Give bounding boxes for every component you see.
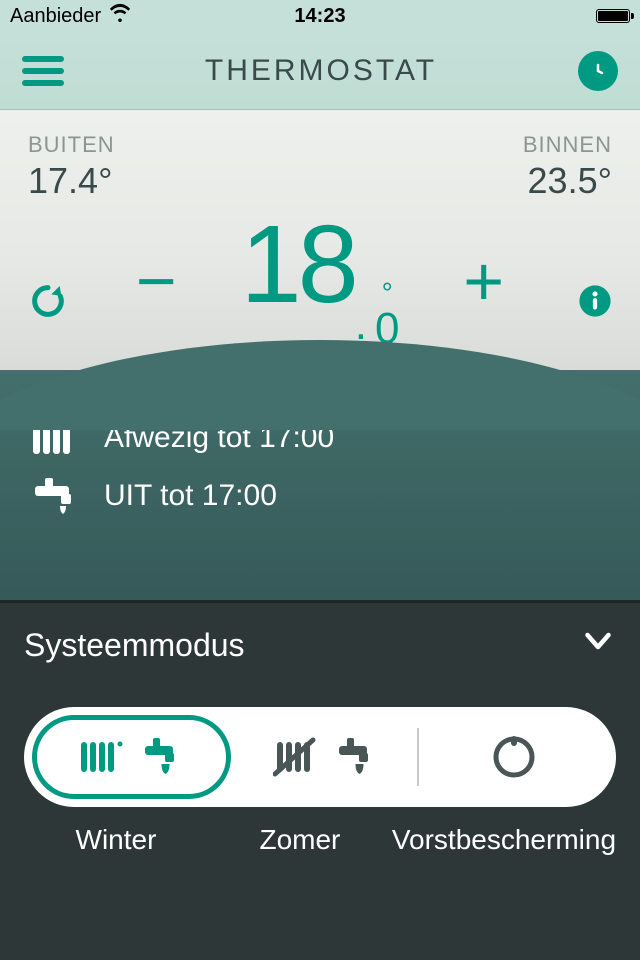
- wave-divider: [0, 330, 640, 430]
- water-status-row: UIT tot 17:00: [30, 476, 610, 516]
- system-mode-header[interactable]: Systeemmodus: [24, 623, 616, 667]
- app-header: THERMOSTAT: [0, 32, 640, 110]
- inside-value: 23.5°: [523, 160, 612, 202]
- temperature-panel: BUITEN 17.4° BINNEN 23.5° − 18 . ° 0 +: [0, 110, 640, 370]
- info-button[interactable]: [568, 279, 612, 323]
- mode-label-frost: Vorstbescherming: [392, 823, 616, 857]
- system-mode-panel: Systeemmodus: [0, 600, 640, 960]
- mode-option-frost[interactable]: [419, 715, 608, 799]
- mode-labels: Winter Zomer Vorstbescherming: [24, 823, 616, 857]
- page-title: THERMOSTAT: [205, 54, 437, 88]
- status-bar: Aanbieder 14:23: [0, 0, 640, 32]
- outside-value: 17.4°: [28, 160, 115, 202]
- refresh-button[interactable]: [28, 279, 72, 323]
- mode-selector: [24, 707, 616, 807]
- mode-label-winter: Winter: [24, 823, 208, 857]
- mode-label-summer: Zomer: [208, 823, 392, 857]
- chevron-down-icon: [580, 623, 616, 667]
- carrier-label: Aanbieder: [10, 5, 101, 28]
- increase-button[interactable]: +: [449, 241, 519, 321]
- mode-option-winter[interactable]: [32, 715, 231, 799]
- inside-label: BINNEN: [523, 132, 612, 158]
- menu-button[interactable]: [22, 50, 64, 92]
- clock-time: 14:23: [294, 5, 345, 28]
- tap-icon: [30, 476, 82, 516]
- setpoint-degree: °: [382, 279, 393, 307]
- battery-icon: [596, 9, 630, 23]
- mode-option-summer[interactable]: [231, 715, 420, 799]
- outside-label: BUITEN: [28, 132, 115, 158]
- setpoint-whole: 18: [240, 210, 354, 320]
- wifi-icon: [109, 2, 131, 30]
- decrease-button[interactable]: −: [121, 241, 191, 321]
- outside-temp: BUITEN 17.4°: [28, 132, 115, 202]
- system-mode-title: Systeemmodus: [24, 627, 245, 664]
- water-status-text: UIT tot 17:00: [104, 479, 277, 513]
- schedule-button[interactable]: [578, 51, 618, 91]
- inside-temp: BINNEN 23.5°: [523, 132, 612, 202]
